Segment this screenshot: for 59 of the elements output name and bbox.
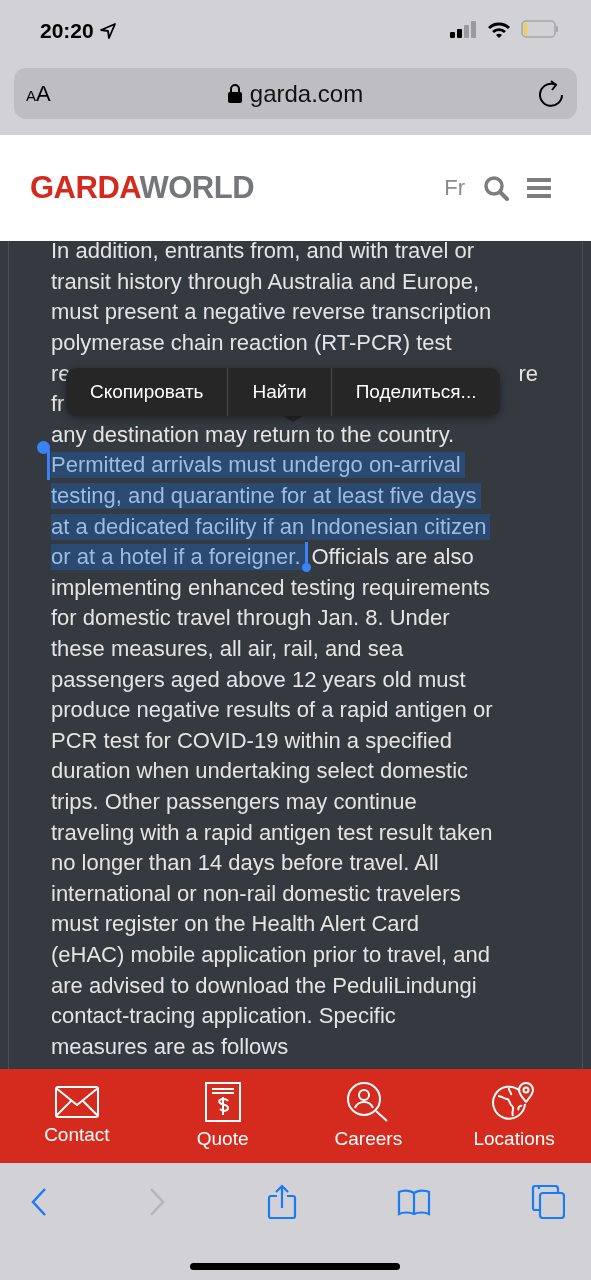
text-line: fr: [51, 391, 65, 418]
text-line: transit history through Australia and Europe,: [51, 268, 480, 295]
globe-pin-icon: [492, 1082, 537, 1122]
text-line: In addition, entrants from, and with travel or: [51, 241, 475, 265]
text-line: traveling with a rapid antigen test result taken: [51, 819, 493, 846]
text-line: must register on the Health Alert Card: [51, 911, 420, 938]
forward-icon: [148, 1186, 167, 1217]
selected-text: at a dedicated facility if an Indonesian citizen: [51, 513, 491, 540]
text-line: polymerase chain reaction (RT-PCR) test: [51, 330, 452, 357]
text-line: produce negative results of a rapid antigen or: [51, 697, 493, 724]
action-button[interactable]: Quote: [149, 1069, 296, 1163]
text-line: passengers aged above 12 years old must: [51, 666, 466, 693]
tabs-icon: [531, 1184, 565, 1219]
text-line: contact-tracing application. Specific: [51, 1003, 396, 1030]
search-icon[interactable]: [483, 175, 509, 201]
menu-icon[interactable]: [527, 177, 551, 199]
selected-text: or at a hotel if a foreigner.: [51, 544, 305, 571]
action-button[interactable]: Locations: [441, 1069, 587, 1163]
text-line: these measures, all air, rail, and sea: [51, 636, 404, 662]
wifi-icon: [487, 20, 511, 38]
reload-icon[interactable]: [539, 80, 565, 108]
text-line: re: [518, 360, 538, 387]
invoice-icon: [204, 1082, 241, 1122]
text-line: trips. Other passengers may continue: [51, 789, 417, 815]
selection-end-handle[interactable]: [301, 542, 311, 573]
selected-text: Permitted arrivals must undergo on-arrival: [51, 452, 465, 479]
selected-text: testing, and quarantine for at least five days: [51, 483, 481, 510]
location-arrow-icon: [99, 23, 116, 39]
signal-icon: [450, 20, 477, 38]
envelope-icon: [54, 1086, 99, 1118]
text-line: international or non-rail domestic travelers: [51, 880, 461, 907]
text-line: (eHAC) mobile application prior to travel, and: [51, 941, 490, 968]
person-search-icon: [347, 1082, 390, 1122]
logo[interactable]: GARDAWORLD: [30, 170, 255, 206]
text-line: must present a negative reverse transcription: [51, 299, 492, 326]
url-text: garda.com: [249, 79, 364, 108]
action-button[interactable]: Contact: [4, 1069, 150, 1163]
book-icon: [396, 1187, 431, 1216]
text-line: implementing enhanced testing requirements: [51, 574, 491, 601]
action-button[interactable]: Careers: [295, 1069, 442, 1163]
text-line: PCR test for COVID-19 within a specified: [51, 727, 453, 754]
back-icon: [30, 1186, 48, 1217]
lock-icon: [227, 84, 242, 103]
menu-item[interactable]: Поделиться...: [331, 368, 501, 416]
battery-icon: [521, 20, 559, 38]
text-line: measures are as follows: [51, 1033, 289, 1060]
menu-item[interactable]: Найти: [228, 368, 331, 416]
share-icon: [266, 1183, 297, 1220]
text-line: duration when undertaking select domestic: [51, 758, 469, 785]
language-link[interactable]: Fr: [444, 175, 465, 201]
text-line: no longer than 14 days before travel. All: [51, 850, 439, 877]
clock: 20:20: [40, 19, 94, 43]
text-line: any destination may return to the country.: [51, 421, 455, 448]
selection-start-handle[interactable]: [47, 450, 50, 480]
text-line: are advised to download the PeduliLindungi: [51, 972, 477, 999]
text-line: for domestic travel through Jan. 8. Under: [51, 605, 450, 632]
selection-start-knob[interactable]: [37, 441, 50, 454]
text-line: Officials are also: [311, 544, 474, 571]
text-size-button[interactable]: AA: [26, 80, 51, 107]
